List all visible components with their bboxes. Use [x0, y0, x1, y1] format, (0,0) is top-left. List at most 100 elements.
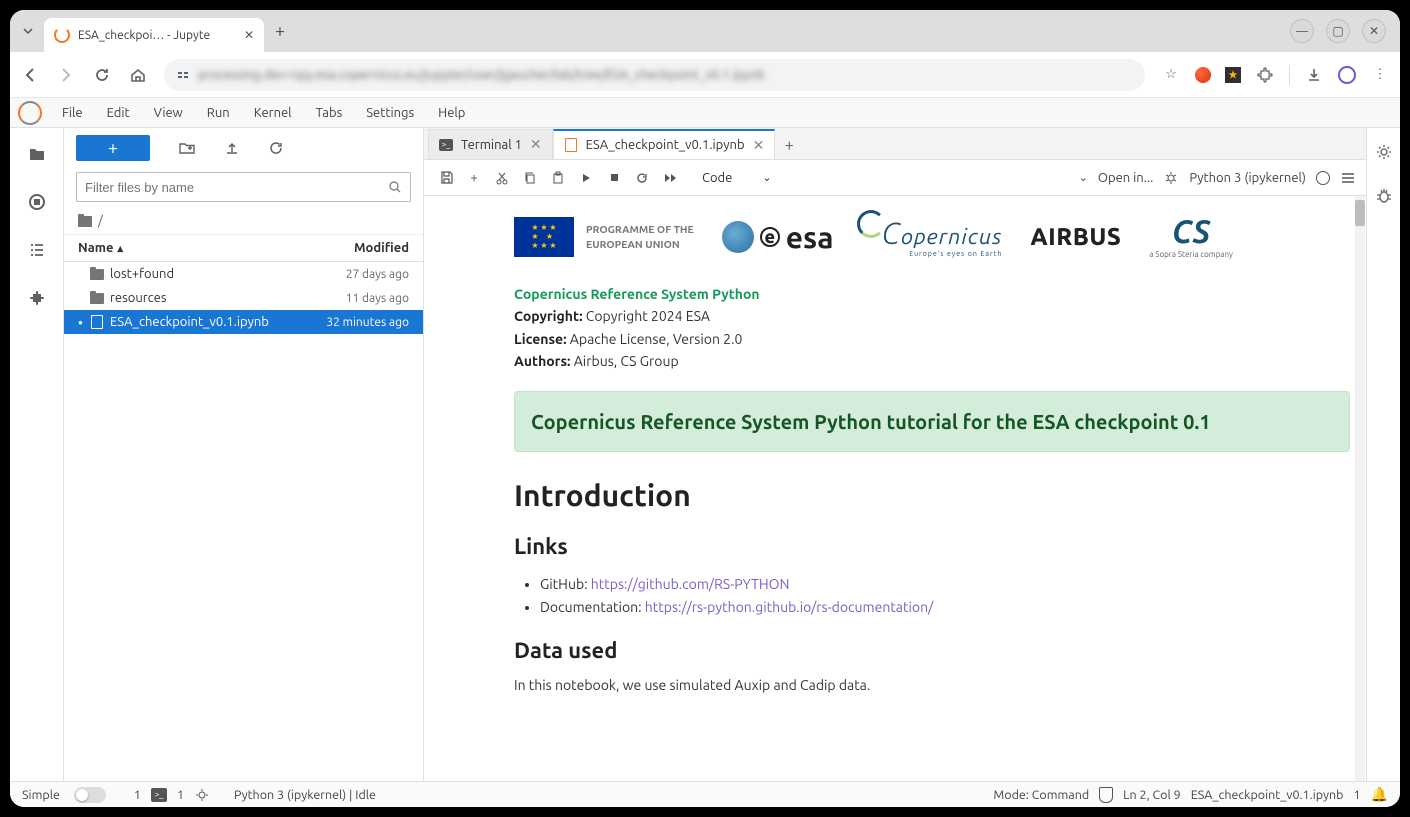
close-icon[interactable]: ✕ — [753, 137, 765, 154]
menu-settings[interactable]: Settings — [356, 102, 424, 124]
downloads-icon[interactable] — [1304, 65, 1324, 85]
eu-programme-text: PROGRAMME OF THE EUROPEAN UNION — [586, 222, 694, 251]
menu-file[interactable]: File — [52, 102, 93, 124]
notebook-body[interactable]: ★ ★ ★★ ★★ ★ ★ PROGRAMME OF THE EUROPEAN … — [424, 196, 1366, 781]
jupyter-favicon — [54, 27, 70, 43]
links-list: GitHub: https://github.com/RS-PYTHON Doc… — [540, 573, 1350, 621]
copernicus-logo: Copernicus Europe's eyes on Earth — [861, 216, 1002, 258]
back-icon[interactable] — [20, 65, 40, 85]
new-tab-button[interactable]: + — [268, 19, 292, 43]
status-cursor[interactable]: Ln 2, Col 9 — [1123, 788, 1181, 802]
folder-icon — [88, 293, 106, 304]
breadcrumb-folder-icon — [78, 216, 92, 227]
menu-edit[interactable]: Edit — [97, 102, 140, 124]
status-file[interactable]: ESA_checkpoint_v0.1.ipynb — [1191, 788, 1344, 802]
kernel-name[interactable]: Python 3 (ipykernel) — [1189, 171, 1306, 185]
new-launcher-button[interactable]: + — [76, 135, 150, 161]
list-item[interactable]: resources 11 days ago — [64, 286, 423, 310]
list-item[interactable]: ● ESA_checkpoint_v0.1.ipynb 32 minutes a… — [64, 310, 423, 334]
open-in-button[interactable]: Open in... — [1098, 171, 1153, 185]
tab-terminal[interactable]: >_ Terminal 1 ✕ — [428, 129, 553, 159]
search-icon — [388, 180, 402, 194]
reload-icon[interactable] — [92, 65, 112, 85]
upload-icon[interactable] — [224, 140, 240, 156]
tab-list-dropdown[interactable] — [16, 19, 40, 43]
url-text: processing.dev-rspy.esa.copernicus.eu/ju… — [198, 68, 765, 82]
filter-box[interactable] — [76, 172, 411, 202]
window-maximize[interactable]: ▢ — [1326, 19, 1350, 43]
save-icon[interactable] — [434, 166, 458, 190]
running-icon[interactable] — [25, 190, 49, 214]
status-mode[interactable]: Mode: Command — [993, 788, 1089, 802]
menu-dots-icon[interactable]: ⋮ — [1370, 65, 1390, 85]
trust-shield-icon[interactable] — [1099, 787, 1113, 803]
col-name-label[interactable]: Name — [78, 241, 113, 255]
refresh-icon[interactable] — [268, 140, 284, 156]
file-modified: 27 days ago — [346, 268, 409, 281]
extensions-icon[interactable] — [25, 286, 49, 310]
run-icon[interactable] — [574, 166, 598, 190]
restart-icon[interactable] — [630, 166, 654, 190]
sort-caret-icon[interactable]: ▴ — [117, 242, 123, 255]
notifications-bell-icon[interactable]: 🔔 — [1371, 786, 1388, 803]
status-notif-count: 1 — [1354, 788, 1361, 802]
stop-icon[interactable] — [602, 166, 626, 190]
close-tab-icon[interactable]: ✕ — [244, 28, 254, 42]
github-link[interactable]: https://github.com/RS-PYTHON — [591, 576, 790, 592]
scrollbar-thumb[interactable] — [1355, 200, 1365, 226]
simple-mode-toggle[interactable] — [74, 787, 106, 803]
add-tab-button[interactable]: + — [775, 131, 803, 159]
list-item[interactable]: lost+found 27 days ago — [64, 262, 423, 286]
window-close[interactable]: ✕ — [1362, 19, 1386, 43]
toc-icon[interactable] — [25, 238, 49, 262]
kernel-count[interactable]: 1 — [177, 788, 184, 802]
tab-label: Terminal 1 — [461, 138, 522, 152]
scrollbar[interactable] — [1355, 196, 1365, 781]
cut-icon[interactable] — [490, 166, 514, 190]
menu-tabs[interactable]: Tabs — [306, 102, 353, 124]
file-name: lost+found — [106, 267, 346, 281]
notebook-icon — [565, 138, 577, 152]
menu-view[interactable]: View — [144, 102, 193, 124]
bug-icon[interactable] — [1163, 170, 1179, 186]
browser-tab-active[interactable]: ESA_checkpoi… - Jupyte ✕ — [44, 18, 264, 52]
project-title-link[interactable]: Copernicus Reference System Python — [514, 286, 760, 302]
debugger-icon[interactable] — [1372, 184, 1396, 208]
home-icon[interactable] — [128, 65, 148, 85]
filter-input[interactable] — [85, 180, 382, 195]
insert-cell-icon[interactable]: + — [462, 166, 486, 190]
hamburger-icon[interactable] — [1340, 171, 1356, 185]
col-modified-label[interactable]: Modified — [354, 241, 409, 255]
menu-run[interactable]: Run — [197, 102, 240, 124]
logo-row: ★ ★ ★★ ★★ ★ ★ PROGRAMME OF THE EUROPEAN … — [514, 214, 1350, 259]
left-rail — [10, 128, 64, 781]
breadcrumb[interactable]: / — [64, 208, 423, 235]
site-settings-icon[interactable] — [176, 68, 190, 82]
terminal-mini-icon[interactable]: >_ — [151, 788, 167, 802]
status-kernel[interactable]: Python 3 (ipykernel) | Idle — [234, 788, 376, 802]
file-modified: 32 minutes ago — [326, 316, 409, 329]
bookmark-star-icon[interactable]: ☆ — [1161, 65, 1181, 85]
profile-globe-icon[interactable] — [1338, 66, 1356, 84]
window-minimize[interactable]: ― — [1290, 19, 1314, 43]
menu-kernel[interactable]: Kernel — [244, 102, 302, 124]
airbus-logo: AIRBUS — [1030, 223, 1121, 250]
menu-help[interactable]: Help — [428, 102, 475, 124]
documentation-link[interactable]: https://rs-python.github.io/rs-documenta… — [645, 599, 933, 615]
url-bar[interactable]: processing.dev-rspy.esa.copernicus.eu/ju… — [164, 59, 1145, 91]
extension-yellow-icon[interactable]: ★ — [1225, 67, 1241, 83]
right-rail — [1366, 128, 1400, 781]
copy-icon[interactable] — [518, 166, 542, 190]
terminal-count[interactable]: 1 — [134, 788, 141, 802]
paste-icon[interactable] — [546, 166, 570, 190]
kernel-mini-icon[interactable] — [194, 787, 210, 803]
extensions-puzzle-icon[interactable] — [1255, 65, 1275, 85]
close-icon[interactable]: ✕ — [530, 136, 542, 153]
file-browser-icon[interactable] — [25, 142, 49, 166]
tab-notebook[interactable]: ESA_checkpoint_v0.1.ipynb ✕ — [553, 129, 776, 159]
property-inspector-icon[interactable] — [1372, 140, 1396, 164]
extension-red-icon[interactable] — [1195, 67, 1211, 83]
new-folder-icon[interactable] — [178, 139, 196, 157]
cell-type-select[interactable]: Code ⌄ — [694, 169, 780, 187]
run-all-icon[interactable] — [658, 166, 682, 190]
